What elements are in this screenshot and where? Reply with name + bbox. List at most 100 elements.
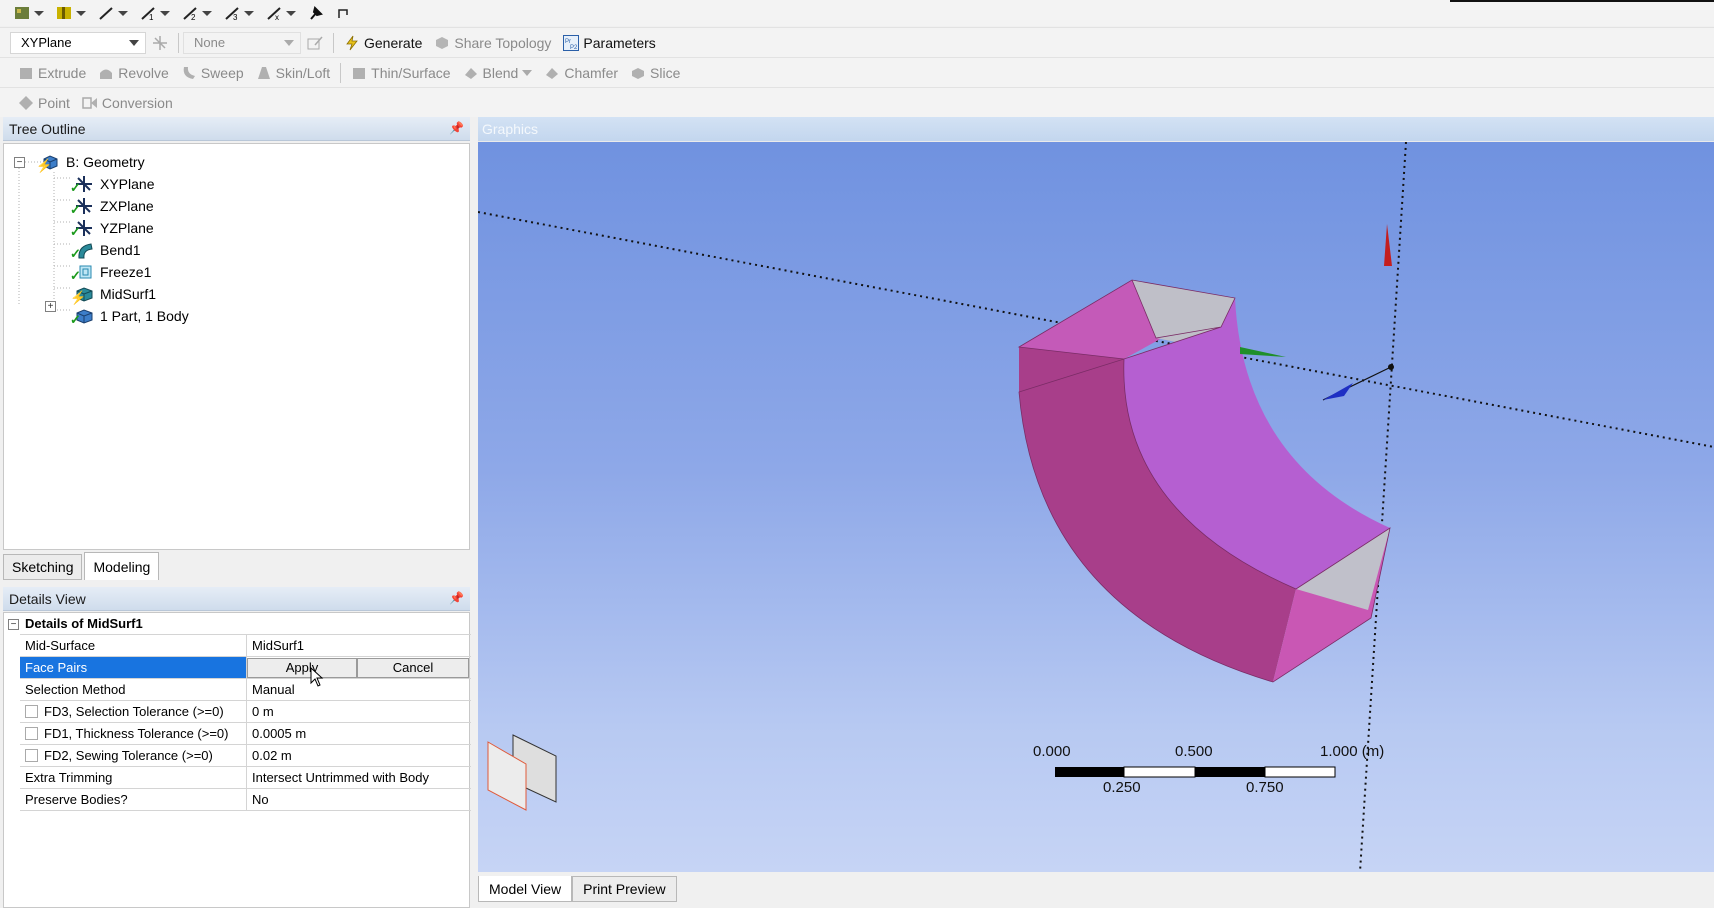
select-box-icon[interactable] [330,0,358,26]
tab-print-preview[interactable]: Print Preview [572,876,677,902]
point-toolbar: Point Conversion [0,87,1714,117]
share-topology-button[interactable]: Share Topology [428,28,557,57]
detail-row-preserve-bodies[interactable]: Preserve Bodies? No [20,789,471,811]
new-sketch-button[interactable] [301,28,329,57]
tree-item-bend1[interactable]: ✓ Bend1 [70,240,141,261]
line-tool-x-icon[interactable]: x [260,0,302,26]
generate-button[interactable]: Generate [338,28,428,57]
extrude-icon [20,67,32,79]
tree-item-freeze1[interactable]: ✓ Freeze1 [70,262,152,283]
revolve-button[interactable]: Revolve [92,58,175,87]
tree-outline: − ⚡ B: Geometry ✓ XYPlane ✓ ZXPlane ✓ YZ… [3,143,470,550]
y-arrow [1384,224,1392,266]
line-tool-1-icon[interactable] [92,0,134,26]
detail-value: 0 m [252,704,274,719]
detail-key: FD2, Sewing Tolerance (>=0) [44,748,213,763]
scale-seg-4 [1264,766,1336,778]
origin-point [1388,364,1394,370]
conversion-button[interactable]: Conversion [76,88,179,117]
skin-loft-button[interactable]: Skin/Loft [250,58,336,87]
share-topology-label: Share Topology [454,34,552,51]
chevron-down-icon [522,69,533,76]
detail-row-fd3[interactable]: FD3, Selection Tolerance (>=0) 0 m [20,701,471,723]
sweep-button[interactable]: Sweep [175,58,250,87]
tab-model-view[interactable]: Model View [478,876,573,902]
new-sketch-icon[interactable] [0,0,50,26]
detail-key: Preserve Bodies? [20,789,247,810]
tree-item-parts[interactable]: ✓ 1 Part, 1 Body [70,306,189,327]
tab-sketching[interactable]: Sketching [3,554,83,580]
blend-button[interactable]: Blend [457,58,539,87]
tree-item-yzplane[interactable]: ✓ YZPlane [70,218,154,239]
body-icon: ✓ [70,307,94,327]
slice-label: Slice [650,64,681,81]
tab-modeling[interactable]: Modeling [84,552,160,580]
detail-row-extra-trimming[interactable]: Extra Trimming Intersect Untrimmed with … [20,767,471,789]
cancel-button[interactable]: Cancel [357,657,469,678]
thin-surface-button[interactable]: Thin/Surface [345,58,456,87]
collapse-toggle[interactable]: − [14,157,25,168]
detail-row-selection-method[interactable]: Selection Method Manual [20,679,471,701]
chevron-down-icon [284,39,294,46]
parameters-label: Parameters [583,34,656,51]
pin-tool-icon[interactable] [302,0,330,26]
chevron-down-icon [129,39,139,46]
details-section-title: Details of MidSurf1 [25,616,143,631]
plane-select[interactable]: XYPlane [10,31,146,54]
point-icon [19,95,33,110]
line-tool-3-icon[interactable]: 2 [176,0,218,26]
detail-value: MidSurf1 [252,638,305,653]
detail-key: Mid-Surface [20,635,247,656]
graphics-title: Graphics [482,121,539,137]
generate-label: Generate [364,34,423,51]
tree-outline-title: Tree Outline [9,120,86,137]
detail-key: Extra Trimming [20,767,247,788]
scale-label-0: 0.000 [1033,743,1071,760]
slice-button[interactable]: Slice [624,58,686,87]
graphics-panel: Graphics 0.000 0.500 1.000 (m) 0.250 0.7… [478,117,1714,908]
tree-item-label: Freeze1 [100,264,152,280]
extrude-button[interactable]: Extrude [12,58,92,87]
details-view-title: Details View [9,590,86,607]
layer-icon[interactable] [50,0,92,26]
detail-row-fd1[interactable]: FD1, Thickness Tolerance (>=0) 0.0005 m [20,723,471,745]
tree-item-root[interactable]: ⚡ B: Geometry [36,152,145,173]
detail-value: 0.02 m [252,748,292,763]
details-view: − Details of MidSurf1 Mid-Surface MidSur… [3,612,471,908]
point-button[interactable]: Point [12,88,76,117]
line-tool-2-icon[interactable]: 1 [134,0,176,26]
apply-button[interactable]: Apply [247,657,357,678]
expand-toggle[interactable]: + [45,301,56,312]
3d-viewport[interactable]: 0.000 0.500 1.000 (m) 0.250 0.750 [478,142,1714,872]
tree-item-label: MidSurf1 [100,286,157,302]
detail-row-mid-surface[interactable]: Mid-Surface MidSurf1 [20,635,471,657]
line-tool-4-icon[interactable]: 3 [218,0,260,26]
scale-seg-2 [1123,766,1196,778]
detail-key: Face Pairs [20,657,247,678]
3d-scene[interactable] [478,142,1714,872]
parameters-button[interactable]: Pr P2 Parameters [557,28,661,57]
pin-icon[interactable]: 📌 [449,591,464,605]
parameter-checkbox[interactable] [25,705,38,718]
chamfer-button[interactable]: Chamfer [538,58,624,87]
pin-icon[interactable]: 📌 [449,121,464,135]
parameter-checkbox[interactable] [25,727,38,740]
detail-row-face-pairs[interactable]: Face Pairs Apply Cancel [20,657,471,679]
svg-text:3: 3 [233,13,238,21]
new-plane-icon[interactable] [146,28,174,57]
tree-outline-header: Tree Outline 📌 [3,117,470,141]
tree-item-label: Bend1 [100,242,141,258]
scale-seg-3 [1195,767,1265,777]
collapse-toggle[interactable]: − [8,619,19,630]
revolve-label: Revolve [118,64,169,81]
scale-label-1000: 1.000 (m) [1320,743,1385,760]
plane-axes-icon: ✓ [70,219,94,239]
separator [333,32,334,53]
parameter-checkbox[interactable] [25,749,38,762]
tree-item-zxplane[interactable]: ✓ ZXPlane [70,196,154,217]
svg-text:x: x [275,13,279,21]
tree-item-midsurf1[interactable]: ⚡ MidSurf1 [70,284,157,305]
detail-row-fd2[interactable]: FD2, Sewing Tolerance (>=0) 0.02 m [20,745,471,767]
sketch-select[interactable]: None [183,31,301,54]
tree-item-xyplane[interactable]: ✓ XYPlane [70,174,154,195]
